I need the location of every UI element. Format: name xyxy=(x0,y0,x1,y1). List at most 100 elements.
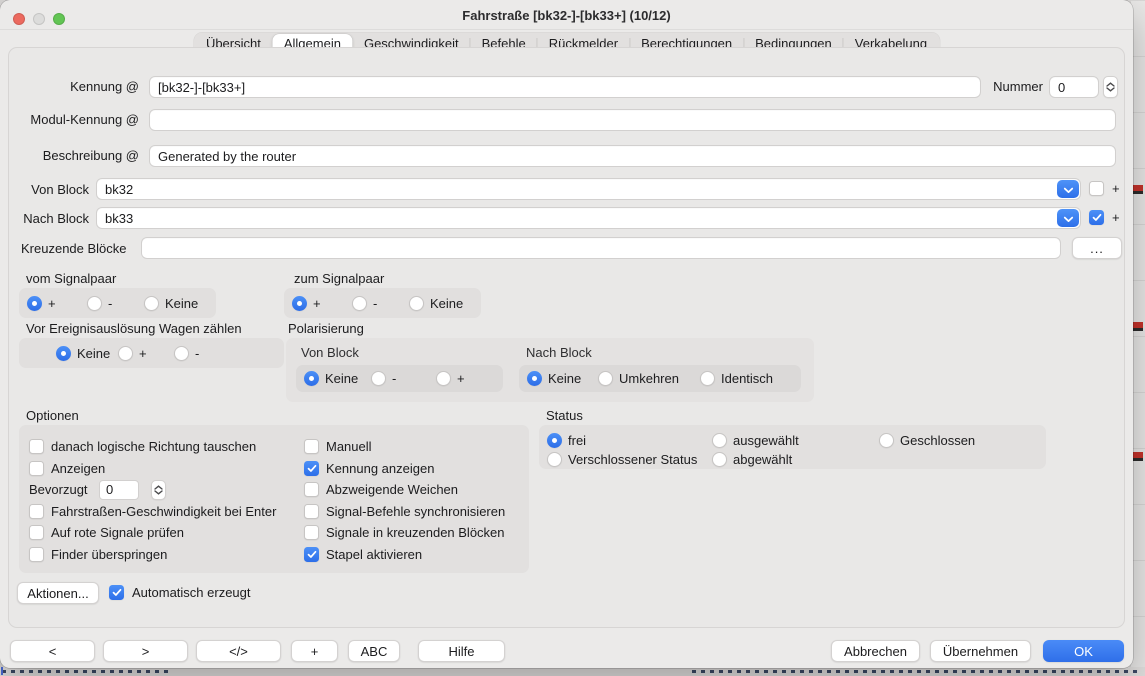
radio-icon xyxy=(371,371,386,386)
radio-option-frei[interactable]: frei xyxy=(547,433,712,448)
polarisierung-nach-block-radios: Keine Umkehren Identisch xyxy=(519,365,801,392)
polarisierung-group: Von Block Keine-+ Nach Block KeineUmkehr… xyxy=(286,338,814,402)
nach-block-dropdown-button[interactable] xyxy=(1057,209,1079,227)
checkbox-signale-in-kreuzenden-bl-cken[interactable]: Signale in kreuzenden Blöcken xyxy=(304,522,505,544)
radio-option-label: Keine xyxy=(325,371,358,386)
nach-block-plus-checkbox[interactable] xyxy=(1089,210,1104,225)
wagen-zaehlen-label: Vor Ereignisauslösung Wagen zählen xyxy=(26,321,242,337)
checkbox-finder-berspringen[interactable]: Finder überspringen xyxy=(29,544,276,566)
radio-option-label: - xyxy=(373,296,377,311)
radio-icon xyxy=(144,296,159,311)
kreuzende-bloecke-input[interactable] xyxy=(141,237,1061,259)
radio-option-keine[interactable]: Keine xyxy=(56,346,118,361)
automatisch-erzeugt-checkbox[interactable] xyxy=(109,585,124,600)
background-track-marks xyxy=(2,670,170,673)
nav-button-prev[interactable]: < xyxy=(10,640,95,662)
checkbox-auf-rote-signale-pr-fen[interactable]: Auf rote Signale prüfen xyxy=(29,522,276,544)
radio-option-keine[interactable]: Keine xyxy=(144,296,198,311)
radio-option-keine[interactable]: Keine xyxy=(527,371,598,386)
abbrechen-button[interactable]: Abbrechen xyxy=(831,640,920,662)
checkbox-manuell[interactable]: Manuell xyxy=(304,436,505,458)
nav-button-abc[interactable]: ABC xyxy=(348,640,400,662)
von-block-plus-checkbox[interactable] xyxy=(1089,181,1104,196)
form-panel: Kennung @ [bk32-]-[bk33+] Nummer 0 Modul… xyxy=(8,47,1125,628)
von-block-label: Von Block xyxy=(9,182,89,198)
kennung-input[interactable]: [bk32-]-[bk33+] xyxy=(149,76,981,98)
optionen-group: danach logische Richtung tauschen Anzeige… xyxy=(19,425,529,573)
radio-option-ausgew-hlt[interactable]: ausgewählt xyxy=(712,433,879,448)
aktionen-button[interactable]: Aktionen... xyxy=(17,582,99,604)
beschreibung-input[interactable]: Generated by the router xyxy=(149,145,1116,167)
von-block-dropdown-button[interactable] xyxy=(1057,180,1079,198)
checkbox-label: Fahrstraßen-Geschwindigkeit bei Enter xyxy=(51,504,276,519)
radio-option-geschlossen[interactable]: Geschlossen xyxy=(879,433,1046,448)
radio-option-label: ausgewählt xyxy=(733,433,799,448)
stepper-down-button[interactable] xyxy=(1106,87,1115,92)
checkbox-label: Stapel aktivieren xyxy=(326,547,422,562)
checkbox-signal-befehle-synchronisieren[interactable]: Signal-Befehle synchronisieren xyxy=(304,501,505,523)
von-block-combo[interactable]: bk32 xyxy=(96,178,1081,200)
checkbox-label: Auf rote Signale prüfen xyxy=(51,525,184,540)
ok-button[interactable]: OK xyxy=(1043,640,1124,662)
radio-option-label: Keine xyxy=(548,371,581,386)
checkbox-abzweigende-weichen[interactable]: Abzweigende Weichen xyxy=(304,479,505,501)
modul-kennung-label: Modul-Kennung @ xyxy=(9,112,139,128)
nummer-input[interactable]: 0 xyxy=(1049,76,1099,98)
vom-signalpaar-label: vom Signalpaar xyxy=(26,271,116,287)
stepper-down-button[interactable] xyxy=(154,490,163,495)
background-track-marks xyxy=(1,667,3,675)
checkbox-kennung-anzeigen[interactable]: Kennung anzeigen xyxy=(304,458,505,480)
radio-option-plus[interactable]: + xyxy=(292,296,352,311)
radio-option-label: Umkehren xyxy=(619,371,679,386)
checkbox-icon xyxy=(304,439,319,454)
bevorzugt-input[interactable]: 0 xyxy=(99,480,139,500)
radio-icon xyxy=(56,346,71,361)
radio-option-minus[interactable]: - xyxy=(371,371,436,386)
nach-block-combo[interactable]: bk33 xyxy=(96,207,1081,229)
radio-option-minus[interactable]: - xyxy=(352,296,409,311)
optionen-right-column: ManuellKennung anzeigenAbzweigende Weich… xyxy=(304,436,505,565)
radio-option-label: abgewählt xyxy=(733,452,792,467)
nummer-stepper[interactable] xyxy=(1103,76,1118,98)
checkbox-icon xyxy=(29,525,44,540)
checkbox-icon xyxy=(29,547,44,562)
checkbox-icon xyxy=(29,504,44,519)
radio-option-identisch[interactable]: Identisch xyxy=(700,371,773,386)
checkbox-anzeigen[interactable]: Anzeigen xyxy=(29,458,276,480)
radio-option-label: frei xyxy=(568,433,586,448)
nach-block-label: Nach Block xyxy=(9,211,89,227)
beschreibung-label: Beschreibung @ xyxy=(9,148,139,164)
checkbox-label: Anzeigen xyxy=(51,461,105,476)
checkbox-fahrstra-en-geschwindigkeit-bei-enter[interactable]: Fahrstraßen-Geschwindigkeit bei Enter xyxy=(29,501,276,523)
radio-option-minus[interactable]: - xyxy=(174,346,199,361)
radio-option-minus[interactable]: - xyxy=(87,296,144,311)
radio-option-label: Verschlossener Status xyxy=(568,452,697,467)
uebernehmen-button[interactable]: Übernehmen xyxy=(930,640,1031,662)
nav-button-code[interactable]: </> xyxy=(196,640,281,662)
radio-option-abgew-hlt[interactable]: abgewählt xyxy=(712,452,879,467)
radio-icon xyxy=(700,371,715,386)
radio-option-plus[interactable]: + xyxy=(436,371,465,386)
radio-option-plus[interactable]: + xyxy=(118,346,174,361)
von-block-plus-label: + xyxy=(1112,181,1120,197)
nav-button-next[interactable]: > xyxy=(103,640,188,662)
kreuzende-bloecke-browse-button[interactable]: ... xyxy=(1072,237,1122,259)
radio-option-keine[interactable]: Keine xyxy=(409,296,463,311)
radio-option-plus[interactable]: + xyxy=(27,296,87,311)
radio-option-keine[interactable]: Keine xyxy=(304,371,371,386)
background-window-bottom-sliver xyxy=(0,667,1145,676)
radio-option-verschlossener-status[interactable]: Verschlossener Status xyxy=(547,452,712,467)
radio-icon xyxy=(879,433,894,448)
bevorzugt-stepper[interactable] xyxy=(151,480,166,500)
checkbox-label: danach logische Richtung tauschen xyxy=(51,439,256,454)
nav-button-hilfe[interactable]: Hilfe xyxy=(418,640,505,662)
radio-icon xyxy=(712,452,727,467)
checkbox-stapel-aktivieren[interactable]: Stapel aktivieren xyxy=(304,544,505,566)
nav-button-plus[interactable]: + xyxy=(291,640,338,662)
bevorzugt-label: Bevorzugt xyxy=(29,482,92,497)
chevron-down-icon xyxy=(1063,182,1074,197)
checkbox-danach-logische-richtung-tauschen[interactable]: danach logische Richtung tauschen xyxy=(29,436,276,458)
modul-kennung-input[interactable] xyxy=(149,109,1116,131)
wagen-zaehlen-radios: Keine+- xyxy=(19,338,284,368)
radio-option-umkehren[interactable]: Umkehren xyxy=(598,371,700,386)
